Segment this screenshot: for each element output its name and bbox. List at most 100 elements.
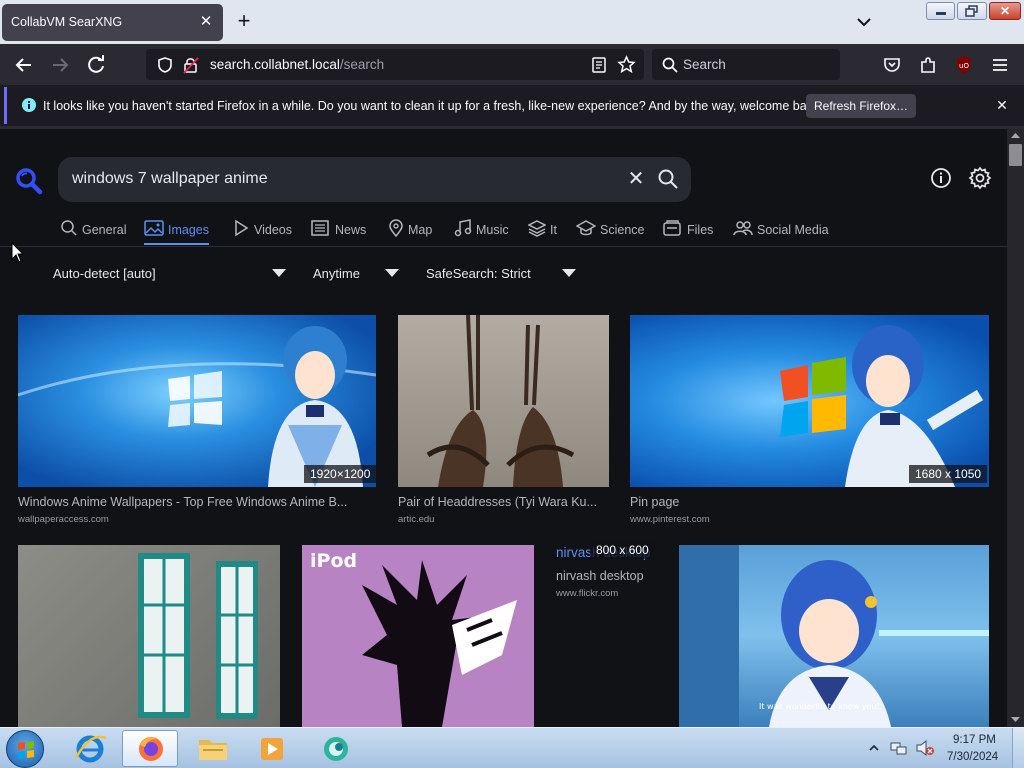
tab-news[interactable]: News <box>311 219 366 245</box>
result-thumbnail[interactable] <box>18 545 280 727</box>
clear-query-icon[interactable]: ✕ <box>625 168 647 190</box>
layers-icon <box>528 220 546 237</box>
firefox-icon <box>139 737 163 761</box>
forward-button[interactable] <box>49 54 71 76</box>
search-submit-icon[interactable] <box>657 168 679 190</box>
mouse-cursor-icon <box>11 242 25 263</box>
image-result[interactable] <box>18 545 280 727</box>
taskbar-file-explorer[interactable] <box>185 730 241 767</box>
window-restore-button[interactable] <box>957 2 987 20</box>
pocket-button[interactable] <box>881 54 903 76</box>
taskbar-internet-explorer[interactable] <box>62 730 118 767</box>
start-button[interactable] <box>6 730 44 768</box>
scroll-down-icon[interactable] <box>1011 716 1020 723</box>
building-windows-image <box>138 553 258 719</box>
tab-map[interactable]: Map <box>388 219 432 245</box>
refresh-firefox-button[interactable]: Refresh Firefox… <box>806 94 916 118</box>
extensions-button[interactable] <box>917 54 939 76</box>
svg-text:It was wonderful to know you!: It was wonderful to know you! <box>759 702 880 711</box>
search-bar[interactable]: Search <box>652 49 840 80</box>
window-minimize-button[interactable] <box>926 2 955 20</box>
teal-app-icon <box>324 737 348 761</box>
insecure-lock-icon[interactable] <box>182 56 200 74</box>
browser-tab[interactable]: CollabVM SearXNG ✕ <box>2 4 223 41</box>
tab-label: It <box>550 223 557 237</box>
shield-icon[interactable] <box>156 56 174 74</box>
time-range-select[interactable]: Anytime <box>313 266 360 281</box>
result-thumbnail[interactable]: It was wonderful to know you! <box>679 545 989 727</box>
image-result[interactable]: 1920×1200 Windows Anime Wallpapers - Top… <box>18 315 376 527</box>
image-result[interactable]: Pair of Headdresses (Tyi Wara Ku... arti… <box>398 315 609 527</box>
svg-text:iPod: iPod <box>310 550 357 572</box>
scroll-up-icon[interactable] <box>1011 132 1020 139</box>
show-hidden-icons-icon[interactable] <box>869 743 879 753</box>
search-query-text: windows 7 wallpaper anime <box>72 170 268 187</box>
minimize-icon <box>936 12 946 15</box>
clock-time[interactable]: 9:17 PM <box>953 734 996 746</box>
language-select[interactable]: Auto-detect [auto] <box>53 266 156 281</box>
internet-explorer-icon <box>74 735 107 763</box>
result-thumbnail[interactable]: 1680 x 1050 <box>630 315 989 487</box>
image-result[interactable]: iPod <box>302 545 534 727</box>
result-title[interactable]: nirvash desktop <box>556 569 666 583</box>
chevron-down-icon[interactable] <box>562 269 576 277</box>
ublock-origin-button[interactable]: uO <box>953 54 975 76</box>
scroll-thumb[interactable] <box>1009 144 1022 166</box>
notification-close-icon[interactable]: ✕ <box>993 96 1011 114</box>
taskbar-firefox[interactable] <box>122 730 178 767</box>
info-icon[interactable] <box>930 167 952 189</box>
tab-label: Files <box>687 223 714 237</box>
app-menu-button[interactable] <box>989 54 1011 76</box>
list-all-tabs-button[interactable] <box>853 12 875 32</box>
result-title[interactable]: Pair of Headdresses (Tyi Wara Ku... <box>398 495 609 509</box>
tab-it[interactable]: It <box>528 219 557 245</box>
address-bar[interactable]: search.collabnet.local/search <box>146 49 644 80</box>
chevron-down-icon[interactable] <box>385 269 399 277</box>
back-button[interactable] <box>13 54 35 76</box>
tab-general[interactable]: General <box>60 219 126 245</box>
reader-view-icon[interactable] <box>590 56 608 74</box>
taskbar-media-player[interactable] <box>245 730 301 767</box>
volume-muted-icon[interactable] <box>915 739 935 757</box>
tab-social-media[interactable]: Social Media <box>733 219 829 245</box>
show-desktop-button[interactable] <box>1012 728 1024 768</box>
image-dimensions: 1680 x 1050 <box>909 465 988 483</box>
image-dimensions: 800 x 600 <box>590 541 655 559</box>
newspaper-icon <box>311 220 329 236</box>
result-title[interactable]: Pin page <box>630 495 989 509</box>
chevron-down-icon[interactable] <box>272 269 286 277</box>
search-query-input[interactable]: windows 7 wallpaper anime ✕ <box>58 157 691 202</box>
tab-close-icon[interactable]: ✕ <box>195 11 217 33</box>
tab-science[interactable]: Science <box>576 219 644 245</box>
page-scrollbar[interactable] <box>1007 129 1024 727</box>
gear-icon[interactable] <box>968 166 992 190</box>
image-result[interactable]: 1680 x 1050 Pin page www.pinterest.com <box>630 315 989 527</box>
result-thumbnail[interactable]: 1920×1200 <box>18 315 376 487</box>
searxng-page: windows 7 wallpaper anime ✕ General Imag… <box>0 129 1007 727</box>
taskbar-app[interactable] <box>308 730 364 767</box>
result-source: wallpaperaccess.com <box>18 514 109 525</box>
image-result[interactable]: It was wonderful to know you! <box>679 545 989 727</box>
window-close-button[interactable]: ✕ <box>989 2 1021 20</box>
tab-label: Images <box>168 223 209 237</box>
tab-files[interactable]: Files <box>663 219 713 245</box>
result-title[interactable]: Windows Anime Wallpapers - Top Free Wind… <box>18 495 376 509</box>
tab-images[interactable]: Images <box>144 219 209 245</box>
windows-logo-icon <box>18 741 34 759</box>
safesearch-select[interactable]: SafeSearch: Strict <box>426 266 531 281</box>
searxng-logo-icon[interactable] <box>15 167 43 195</box>
tab-videos[interactable]: Videos <box>232 219 292 245</box>
network-icon[interactable] <box>890 739 908 757</box>
tab-music[interactable]: Music <box>454 219 509 245</box>
result-thumbnail[interactable] <box>398 315 609 487</box>
windows-anime-girl-image <box>18 326 376 487</box>
tab-title: CollabVM SearXNG <box>11 15 123 29</box>
bookmark-star-icon[interactable] <box>617 55 636 74</box>
clock-date[interactable]: 7/30/2024 <box>947 751 998 763</box>
reload-button[interactable] <box>85 54 107 76</box>
new-tab-button[interactable]: + <box>232 10 256 34</box>
folder-icon <box>199 740 227 760</box>
result-thumbnail[interactable]: iPod <box>302 545 534 727</box>
image-result[interactable]: nirvash desktop 800 x 600 nirvash deskto… <box>556 541 666 625</box>
ublock-shield-icon: uO <box>957 56 971 74</box>
